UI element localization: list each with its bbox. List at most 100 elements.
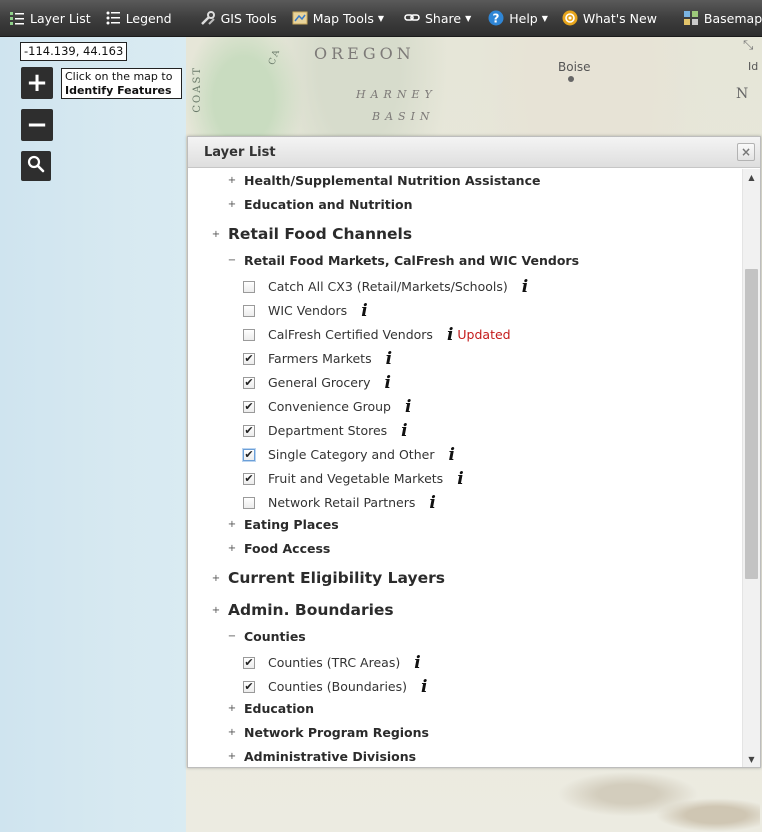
map-label-oregon: OREGON <box>314 44 415 63</box>
layer-label: Convenience Group <box>268 399 391 414</box>
expand-toggle-icon[interactable]: + <box>210 229 222 240</box>
expand-toggle-icon[interactable]: + <box>210 573 222 584</box>
expand-toggle-icon[interactable]: + <box>226 199 238 210</box>
layer-group[interactable]: + Retail Food Channels <box>210 225 412 243</box>
info-icon[interactable]: i <box>385 374 391 391</box>
group-label: Admin. Boundaries <box>228 601 394 619</box>
map-tools-button[interactable]: Map Tools ▼ <box>292 0 384 37</box>
layer-checkbox[interactable]: ✔ <box>243 424 255 437</box>
info-icon[interactable]: i <box>421 678 427 695</box>
layer-subgroup[interactable]: + Education <box>226 701 314 716</box>
zoom-out-button[interactable]: − <box>21 109 53 141</box>
layer-subgroup[interactable]: + Eating Places <box>226 517 339 532</box>
layer-item[interactable]: WIC Vendors i <box>243 302 368 319</box>
basemap-button[interactable]: Basemap ▼ <box>683 0 762 37</box>
layer-item[interactable]: ✔ Fruit and Vegetable Markets i <box>243 470 464 487</box>
info-icon[interactable]: i <box>457 470 463 487</box>
layer-group[interactable]: + Admin. Boundaries <box>210 601 394 619</box>
layer-item[interactable]: ✔ Single Category and Other i <box>243 446 455 463</box>
layer-item[interactable]: Catch All CX3 (Retail/Markets/Schools) i <box>243 278 528 295</box>
scroll-up-arrow-icon[interactable]: ▲ <box>743 169 760 185</box>
tools-icon <box>200 10 216 26</box>
expand-toggle-icon[interactable]: + <box>226 727 238 738</box>
chevron-down-icon: ▼ <box>377 13 384 23</box>
info-icon[interactable]: i <box>401 422 407 439</box>
layer-group[interactable]: + Current Eligibility Layers <box>210 569 445 587</box>
group-label: Food Access <box>244 541 331 556</box>
layer-label: CalFresh Certified Vendors <box>268 327 433 342</box>
layer-item[interactable]: Network Retail Partners i <box>243 494 436 511</box>
group-label: Retail Food Channels <box>228 225 413 243</box>
expand-toggle-icon[interactable]: + <box>226 175 238 186</box>
panel-header[interactable]: Layer List × <box>188 137 760 168</box>
panel-title: Layer List <box>204 144 276 160</box>
layer-label: Network Retail Partners <box>268 495 416 510</box>
info-icon[interactable]: i <box>405 398 411 415</box>
layer-checkbox[interactable]: ✔ <box>243 376 255 389</box>
layer-checkbox[interactable] <box>243 304 255 317</box>
layer-item[interactable]: ✔ Counties (TRC Areas) i <box>243 654 421 671</box>
group-label: Administrative Divisions <box>244 749 417 764</box>
scroll-thumb[interactable] <box>745 269 758 579</box>
info-icon[interactable]: i <box>522 278 528 295</box>
layer-subgroup[interactable]: + Network Program Regions <box>226 725 429 740</box>
scroll-down-arrow-icon[interactable]: ▼ <box>743 751 760 767</box>
layer-item[interactable]: ✔ Convenience Group i <box>243 398 411 415</box>
map-tools-label: Map Tools <box>312 10 374 26</box>
layer-checkbox[interactable] <box>243 496 255 509</box>
close-button[interactable]: × <box>737 143 755 161</box>
collapse-toggle-icon[interactable]: − <box>226 255 238 266</box>
expand-toggle-icon[interactable]: + <box>210 605 222 616</box>
legend-label: Legend <box>125 10 172 26</box>
layer-checkbox[interactable]: ✔ <box>243 400 255 413</box>
gear-icon <box>562 10 578 26</box>
layer-checkbox[interactable]: ✔ <box>243 656 255 669</box>
layer-subgroup[interactable]: − Retail Food Markets, CalFresh and WIC V… <box>226 253 579 268</box>
collapse-toggle-icon[interactable]: − <box>226 631 238 642</box>
layer-subgroup[interactable]: − Counties <box>226 629 306 644</box>
layer-subgroup[interactable]: + Administrative Divisions <box>226 749 416 764</box>
search-button[interactable] <box>21 151 51 181</box>
layer-list-button[interactable]: Layer List <box>9 0 91 37</box>
layer-item[interactable]: CalFresh Certified Vendors i Updated <box>243 326 511 343</box>
layer-subgroup[interactable]: + Education and Nutrition <box>226 197 413 212</box>
share-button[interactable]: Share ▼ <box>404 0 471 37</box>
layer-checkbox[interactable]: ✔ <box>243 680 255 693</box>
layer-checkbox[interactable]: ✔ <box>243 352 255 365</box>
layer-subgroup[interactable]: + Food Access <box>226 541 331 556</box>
expand-toggle-icon[interactable]: + <box>226 519 238 530</box>
layer-item[interactable]: ✔ Department Stores i <box>243 422 408 439</box>
svg-text:?: ? <box>493 12 500 26</box>
gis-tools-button[interactable]: GIS Tools <box>200 0 277 37</box>
help-label: Help <box>509 10 538 26</box>
info-icon[interactable]: i <box>447 326 453 343</box>
info-icon[interactable]: i <box>361 302 367 319</box>
expand-toggle-icon[interactable]: + <box>226 543 238 554</box>
help-button[interactable]: ? Help ▼ <box>488 0 548 37</box>
info-icon[interactable]: i <box>448 446 454 463</box>
layer-label: Single Category and Other <box>268 447 435 462</box>
layer-item[interactable]: ✔ General Grocery i <box>243 374 391 391</box>
layer-list-icon <box>9 10 25 26</box>
info-icon[interactable]: i <box>429 494 435 511</box>
layer-item[interactable]: ✔ Farmers Markets i <box>243 350 392 367</box>
tooltip-line2: Identify Features <box>65 84 172 97</box>
expand-icon[interactable]: ⤡ <box>743 38 757 53</box>
tooltip-line1: Click on the map to <box>65 70 173 83</box>
info-icon[interactable]: i <box>386 350 392 367</box>
layer-checkbox[interactable] <box>243 328 255 341</box>
layer-label: Counties (Boundaries) <box>268 679 408 694</box>
expand-toggle-icon[interactable]: + <box>226 703 238 714</box>
layer-checkbox[interactable]: ✔ <box>243 472 255 485</box>
zoom-in-button[interactable]: + <box>21 67 53 99</box>
whats-new-label: What's New <box>582 10 657 26</box>
layer-subgroup[interactable]: + Health/Supplemental Nutrition Assistanc… <box>226 173 541 188</box>
legend-button[interactable]: Legend <box>105 0 172 37</box>
expand-toggle-icon[interactable]: + <box>226 751 238 762</box>
layer-checkbox[interactable] <box>243 280 255 293</box>
layer-item[interactable]: ✔ Counties (Boundaries) i <box>243 678 427 695</box>
info-icon[interactable]: i <box>414 654 420 671</box>
layer-checkbox[interactable]: ✔ <box>243 448 255 461</box>
whats-new-button[interactable]: What's New <box>562 0 657 37</box>
scrollbar[interactable]: ▲ ▼ <box>742 169 760 767</box>
